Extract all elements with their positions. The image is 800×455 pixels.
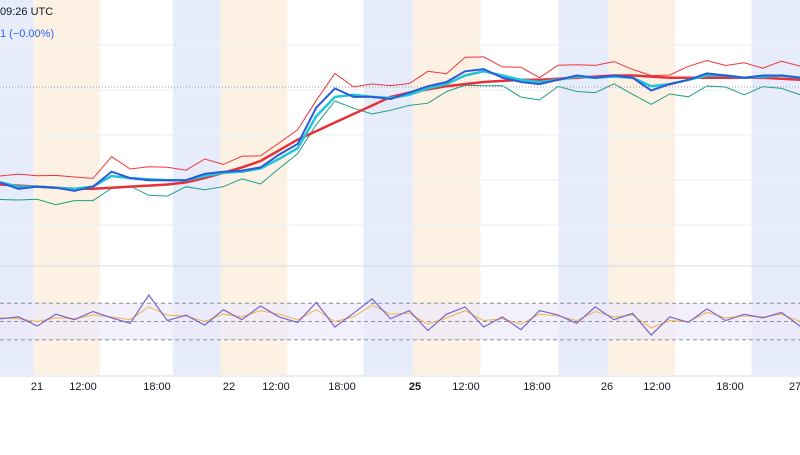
x-tick-label-6: 25 [409,381,421,393]
x-tick-label-8: 18:00 [523,381,551,393]
chart-area[interactable]: 21 12:00 18:00 22 12:00 18:00 25 12:00 18:00 26 12… [0,0,800,450]
x-tick-label-12: 27 [789,381,800,393]
x-tick-label-1: 12:00 [69,381,97,393]
header-change: 1 (−0.00%) [0,28,55,40]
x-tick-label-7: 12:00 [452,381,480,393]
x-tick-label-5: 18:00 [328,381,356,393]
chart-canvas[interactable]: 21 12:00 18:00 22 12:00 18:00 25 12:00 18:00 26 12… [0,0,800,450]
header-time: 09:26 UTC [0,6,54,18]
x-tick-label-4: 12:00 [262,381,290,393]
x-tick-label-11: 18:00 [716,381,744,393]
x-tick-label-10: 12:00 [643,381,671,393]
x-tick-label-2: 18:00 [143,381,171,393]
x-tick-label-0: 21 [31,381,43,393]
x-tick-label-9: 26 [601,381,613,393]
x-tick-label-3: 22 [223,381,235,393]
